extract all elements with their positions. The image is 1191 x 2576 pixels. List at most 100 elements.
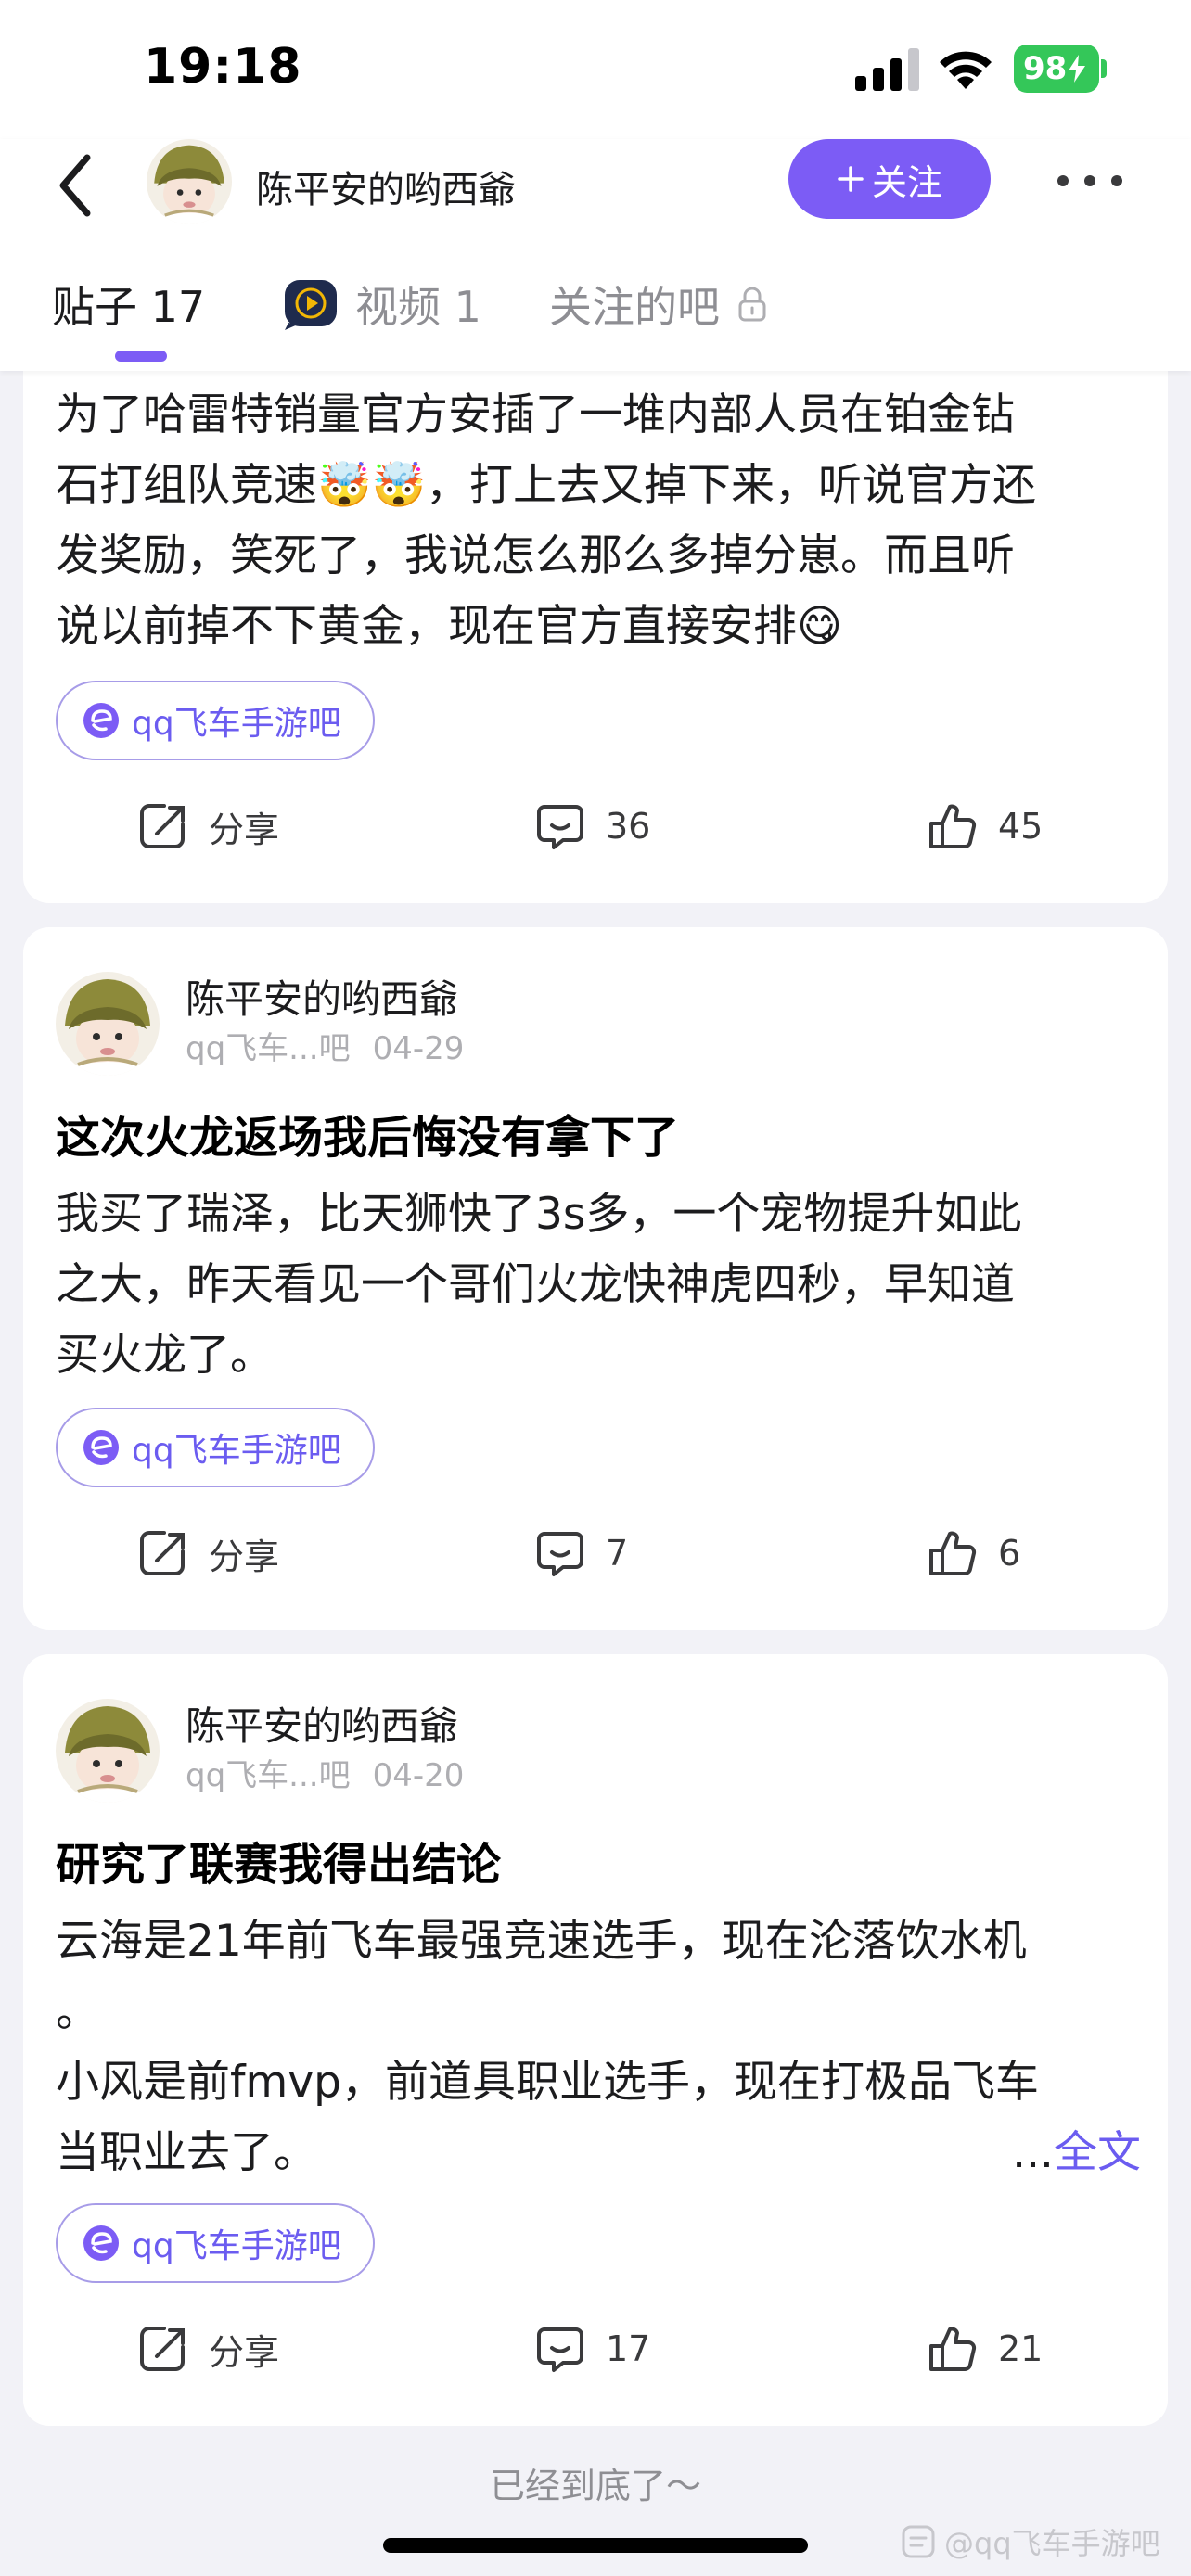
post-forum: qq飞车...吧 <box>186 1030 351 1067</box>
post-body-line: 买火龙了。 <box>56 1330 274 1381</box>
comment-icon <box>537 805 583 849</box>
tab-videos-label: 视频 1 <box>355 282 481 332</box>
watermark-logo-icon <box>902 2525 935 2558</box>
share-button[interactable]: 分享 <box>136 2316 279 2381</box>
nav-user-name[interactable]: 陈平安的哟西爺 <box>256 159 516 213</box>
comment-icon <box>537 2327 583 2372</box>
full-text-label: 全文 <box>1054 2127 1141 2178</box>
post-actions: 分享 7 6 <box>23 1521 1168 1586</box>
forum-tag[interactable]: qq飞车手游吧 <box>56 681 375 760</box>
watermark-text: @qq飞车手游吧 <box>944 2526 1160 2561</box>
post-author[interactable]: 陈平安的哟西爺 qq飞车...吧 04-20 <box>56 1699 464 1803</box>
nav-bar: 陈平安的哟西爺 关注 贴子 17 视频 1 关注的吧 <box>0 139 1191 371</box>
cellular-signal-icon <box>855 48 919 91</box>
lock-icon <box>738 287 766 322</box>
author-name: 陈平安的哟西爺 <box>186 976 459 1022</box>
share-button[interactable]: 分享 <box>136 794 279 859</box>
post-body-line: 我买了瑞泽，比天狮快了3s多，一个宠物提升如此 <box>56 1189 1022 1240</box>
thumbs-up-icon <box>929 2327 977 2371</box>
post-card[interactable]: 为了哈雷特销量官方安插了一堆内部人员在铂金钻 石打组队竞速🤯🤯，打上去又掉下来，… <box>23 352 1168 903</box>
post-body-line: 为了哈雷特销量官方安插了一堆内部人员在铂金钻 <box>56 389 1015 440</box>
more-dot-icon <box>1057 175 1069 186</box>
home-indicator[interactable] <box>383 2538 808 2553</box>
post-body-line: 当职业去了。 <box>56 2127 317 2178</box>
end-of-list-note: 已经到底了～ <box>489 2466 701 2506</box>
read-more-link[interactable]: ...全文 <box>1012 2118 1141 2188</box>
follow-label: 关注 <box>871 161 942 203</box>
like-button[interactable]: 21 <box>928 2316 1043 2381</box>
post-actions: 分享 36 45 <box>23 794 1168 859</box>
charging-bolt-icon <box>1069 55 1086 83</box>
post-actions: 分享 17 21 <box>23 2316 1168 2381</box>
post-body-line: 之大，昨天看见一个哥们火龙快神虎四秒，早知道 <box>56 1259 1015 1310</box>
post-body: 云海是21年前飞车最强竞速选手，现在沦落饮水机 。 小风是前fmvp，前道具职业… <box>56 1906 1141 2188</box>
battery-nub <box>1101 59 1107 78</box>
ellipsis: ... <box>1012 2127 1054 2178</box>
avatar-image <box>56 1699 160 1803</box>
post-body-line: 说以前掉不下黄金，现在官方直接安排😋 <box>56 601 842 652</box>
comment-count: 17 <box>606 2328 651 2369</box>
avatar-image <box>56 972 160 1076</box>
tab-followed-bars-label: 关注的吧 <box>549 282 720 332</box>
post-card[interactable]: 陈平安的哟西爺 qq飞车...吧 04-20 研究了联赛我得出结论 云海是21年前… <box>23 1654 1168 2426</box>
like-count: 45 <box>998 806 1044 847</box>
thumbs-up-icon <box>929 804 977 848</box>
share-label: 分享 <box>209 809 280 850</box>
forum-tag-label: qq飞车手游吧 <box>132 2227 341 2265</box>
post-title: 研究了联赛我得出结论 <box>56 1839 502 1891</box>
post-meta: qq飞车...吧 04-20 <box>186 1754 464 1797</box>
share-label: 分享 <box>209 1536 280 1577</box>
post-body-line: 。 <box>56 1986 99 2037</box>
comment-icon <box>537 1532 583 1576</box>
like-button[interactable]: 6 <box>928 1521 1020 1586</box>
share-icon <box>140 2327 185 2371</box>
avatar[interactable] <box>147 139 232 224</box>
post-card[interactable]: 陈平安的哟西爺 qq飞车...吧 04-29 这次火龙返场我后悔没有拿下了 我买了… <box>23 927 1168 1630</box>
forum-tag-label: qq飞车手游吧 <box>132 705 341 743</box>
share-label: 分享 <box>209 2331 280 2373</box>
post-meta: qq飞车...吧 04-29 <box>186 1027 464 1070</box>
wifi-icon <box>940 51 992 89</box>
forum-tag-label: qq飞车手游吧 <box>132 1432 341 1470</box>
avatar-image <box>147 139 232 224</box>
post-body: 为了哈雷特销量官方安插了一堆内部人员在铂金钻 石打组队竞速🤯🤯，打上去又掉下来，… <box>56 380 1141 662</box>
video-play-icon <box>285 280 337 330</box>
post-date: 04-29 <box>372 1030 465 1067</box>
post-body-line: 云海是21年前飞车最强竞速选手，现在沦落饮水机 <box>56 1916 1027 1967</box>
avatar[interactable] <box>56 1699 160 1803</box>
comment-button[interactable]: 17 <box>535 2316 650 2381</box>
status-time: 19:18 <box>144 39 302 95</box>
more-dot-icon <box>1111 175 1122 186</box>
post-forum: qq飞车...吧 <box>186 1757 351 1794</box>
tab-videos[interactable]: 视频 1 <box>283 274 481 335</box>
plus-icon <box>838 166 864 192</box>
share-button[interactable]: 分享 <box>136 1521 279 1586</box>
forum-logo-icon <box>83 1430 119 1465</box>
watermark: @qq飞车手游吧 <box>902 2520 1160 2563</box>
share-icon <box>140 804 185 848</box>
share-icon <box>140 1531 185 1575</box>
post-body: 我买了瑞泽，比天狮快了3s多，一个宠物提升如此 之大，昨天看见一个哥们火龙快神虎… <box>56 1180 1141 1391</box>
tab-followed-bars[interactable]: 关注的吧 <box>549 274 768 335</box>
follow-button[interactable]: 关注 <box>788 139 991 219</box>
comment-button[interactable]: 7 <box>535 1521 628 1586</box>
author-name: 陈平安的哟西爺 <box>186 1703 459 1749</box>
forum-tag[interactable]: qq飞车手游吧 <box>56 1408 375 1487</box>
more-dot-icon <box>1084 175 1095 186</box>
thumbs-up-icon <box>929 1531 977 1575</box>
like-button[interactable]: 45 <box>928 794 1043 859</box>
avatar[interactable] <box>56 972 160 1076</box>
more-options-button[interactable] <box>1057 158 1122 204</box>
comment-button[interactable]: 36 <box>535 794 650 859</box>
comment-count: 36 <box>606 806 651 847</box>
post-body-last-row: 当职业去了。 ...全文 <box>56 2118 1141 2188</box>
post-title: 这次火龙返场我后悔没有拿下了 <box>56 1112 680 1164</box>
back-arrow-icon[interactable] <box>46 148 111 223</box>
post-body-line: 石打组队竞速🤯🤯，打上去又掉下来，听说官方还 <box>56 460 1037 511</box>
forum-logo-icon <box>83 2225 119 2261</box>
tab-posts[interactable]: 贴子 17 <box>52 274 205 335</box>
active-tab-indicator <box>115 351 167 362</box>
status-bar: 19:18 98 <box>0 0 1191 139</box>
forum-tag[interactable]: qq飞车手游吧 <box>56 2203 375 2283</box>
post-author[interactable]: 陈平安的哟西爺 qq飞车...吧 04-29 <box>56 972 464 1076</box>
